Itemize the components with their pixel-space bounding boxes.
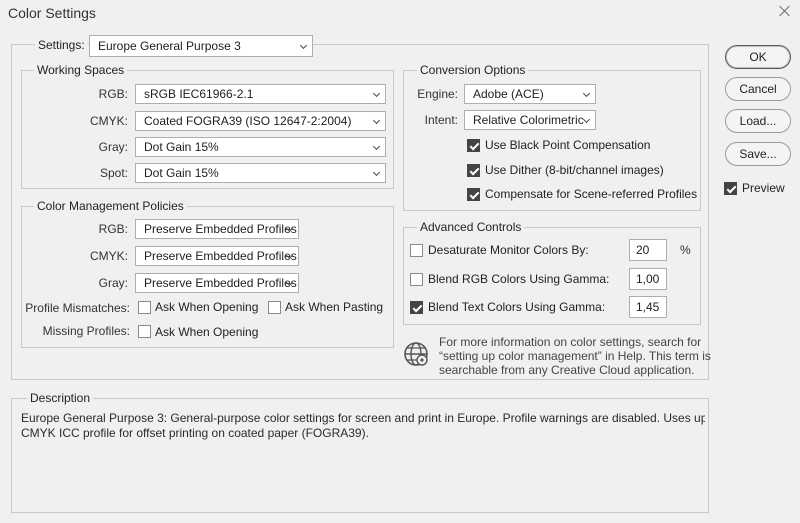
desaturate-input[interactable]: 20 [629,239,667,261]
chevron-down-icon [372,142,381,151]
settings-dropdown[interactable]: Europe General Purpose 3 [89,35,313,57]
policy-gray-value: Preserve Embedded Profiles [144,276,297,290]
title-bar [0,0,800,26]
info-line-2: “setting up color management” in Help. T… [439,349,711,363]
ws-gray-value: Dot Gain 15% [144,140,219,154]
advanced-controls-legend: Advanced Controls [417,220,525,234]
ws-rgb-value: sRGB IEC61966-2.1 [144,87,254,101]
engine-label: Engine: [417,87,458,101]
chevron-down-icon [299,41,308,50]
chevron-down-icon [582,115,591,124]
info-line-1: For more information on color settings, … [439,335,702,349]
description-line-2: CMYK ICC profile for offset printing on … [21,426,369,440]
policy-cmyk-label: CMYK: [89,249,128,263]
policies-legend: Color Management Policies [34,199,187,213]
policy-cmyk-dropdown[interactable]: Preserve Embedded Profiles [135,246,299,266]
chevron-down-icon [582,89,591,98]
black-point-compensation-checkbox[interactable] [467,139,480,152]
blend-rgb-checkbox[interactable] [410,273,423,286]
ws-spot-label: Spot: [99,166,128,180]
policy-cmyk-value: Preserve Embedded Profiles [144,249,297,263]
blend-text-checkbox[interactable] [410,301,423,314]
profile-mismatches-label: Profile Mismatches: [25,301,130,315]
blend-text-input[interactable]: 1,45 [629,296,667,318]
info-line-3: searchable from any Creative Cloud appli… [439,363,695,377]
policy-gray-label: Gray: [98,276,128,290]
blend-rgb-label[interactable]: Blend RGB Colors Using Gamma: [428,271,609,287]
intent-value: Relative Colorimetric [473,113,584,127]
policy-gray-dropdown[interactable]: Preserve Embedded Profiles [135,273,299,293]
missing-profiles-label: Missing Profiles: [42,324,130,338]
save-button[interactable]: Save... [725,142,791,166]
desaturate-checkbox[interactable] [410,244,423,257]
missing-ask-opening-label[interactable]: Ask When Opening [155,324,258,340]
chevron-down-icon [372,89,381,98]
mismatch-ask-opening-label[interactable]: Ask When Opening [155,299,258,315]
mismatch-ask-opening-checkbox[interactable] [138,301,151,314]
preview-checkbox[interactable] [724,182,737,195]
window-title: Color Settings [8,5,96,21]
ws-gray-dropdown[interactable]: Dot Gain 15% [135,137,386,157]
description-line-1: Europe General Purpose 3: General-purpos… [21,411,705,425]
scene-referred-checkbox[interactable] [467,188,480,201]
preview-label[interactable]: Preview [742,180,785,196]
engine-dropdown[interactable]: Adobe (ACE) [464,84,596,104]
scene-referred-label[interactable]: Compensate for Scene-referred Profiles [485,186,697,202]
ws-spot-value: Dot Gain 15% [144,166,219,180]
blend-text-label[interactable]: Blend Text Colors Using Gamma: [428,299,605,315]
blend-rgb-input[interactable]: 1,00 [629,268,667,290]
ws-rgb-dropdown[interactable]: sRGB IEC61966-2.1 [135,84,386,104]
desaturate-unit: % [680,243,691,257]
chevron-down-icon [372,168,381,177]
ws-cmyk-value: Coated FOGRA39 (ISO 12647-2:2004) [144,114,352,128]
ok-button[interactable]: OK [725,45,791,69]
ws-cmyk-label: CMYK: [89,114,128,128]
mismatch-ask-pasting-label[interactable]: Ask When Pasting [285,299,383,315]
desaturate-label[interactable]: Desaturate Monitor Colors By: [428,242,589,258]
chevron-down-icon [372,116,381,125]
intent-dropdown[interactable]: Relative Colorimetric [464,110,596,130]
engine-value: Adobe (ACE) [473,87,544,101]
description-legend: Description [27,391,94,405]
cancel-button[interactable]: Cancel [725,77,791,101]
ws-gray-label: Gray: [98,140,128,154]
load-button[interactable]: Load... [725,109,791,133]
close-icon[interactable] [777,4,793,20]
policy-rgb-dropdown[interactable]: Preserve Embedded Profiles [135,219,299,239]
black-point-compensation-label[interactable]: Use Black Point Compensation [485,137,650,153]
ws-spot-dropdown[interactable]: Dot Gain 15% [135,163,386,183]
missing-ask-opening-checkbox[interactable] [138,325,151,338]
working-spaces-legend: Working Spaces [34,63,128,77]
settings-value: Europe General Purpose 3 [98,39,241,53]
intent-label: Intent: [424,113,458,127]
use-dither-checkbox[interactable] [467,164,480,177]
settings-label: Settings: [35,38,88,52]
policy-rgb-value: Preserve Embedded Profiles [144,222,297,236]
mismatch-ask-pasting-checkbox[interactable] [268,301,281,314]
policy-rgb-label: RGB: [98,222,128,236]
ws-cmyk-dropdown[interactable]: Coated FOGRA39 (ISO 12647-2:2004) [135,111,386,131]
use-dither-label[interactable]: Use Dither (8-bit/channel images) [485,162,664,178]
conversion-options-legend: Conversion Options [417,63,529,77]
globe-icon [402,340,430,368]
ws-rgb-label: RGB: [98,87,128,101]
